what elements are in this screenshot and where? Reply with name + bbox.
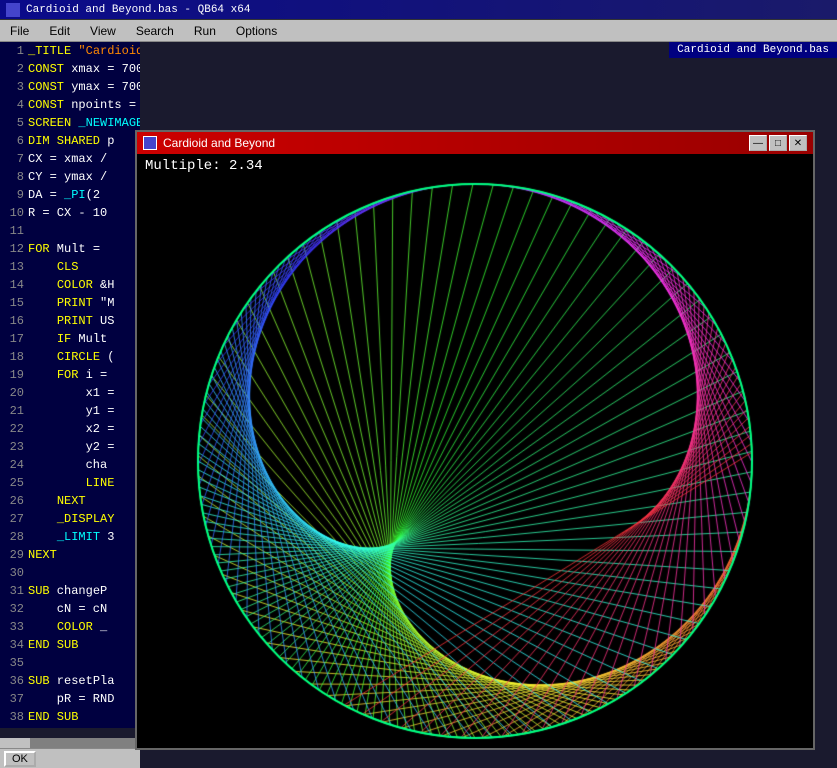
output-window: Cardioid and Beyond — □ ✕ Multiple: 2.34: [135, 130, 815, 750]
menu-edit[interactable]: Edit: [39, 20, 80, 41]
code-line-19: 19 FOR i =: [0, 366, 140, 384]
code-line-7: 7 CX = xmax /: [0, 150, 140, 168]
menu-options[interactable]: Options: [226, 20, 287, 41]
code-line-16: 16 PRINT US: [0, 312, 140, 330]
menu-run[interactable]: Run: [184, 20, 226, 41]
code-line-14: 14 COLOR &H: [0, 276, 140, 294]
code-line-32: 32 cN = cN: [0, 600, 140, 618]
code-line-21: 21 y1 =: [0, 402, 140, 420]
code-line-12: 12 FOR Mult =: [0, 240, 140, 258]
code-line-9: 9 DA = _PI(2: [0, 186, 140, 204]
status-filename: Cardioid and Beyond.bas: [677, 44, 829, 56]
code-line-2: 2 CONST xmax = 700: [0, 60, 140, 78]
code-editor[interactable]: 1 _TITLE "Cardioid and Beyond" 'B+... 2 …: [0, 42, 140, 728]
code-line-11: 11: [0, 222, 140, 240]
code-line-10: 10 R = CX - 10: [0, 204, 140, 222]
multiple-label: Multiple: 2.34: [137, 154, 271, 178]
code-line-6: 6 DIM SHARED p: [0, 132, 140, 150]
code-line-27: 27 _DISPLAY: [0, 510, 140, 528]
code-line-8: 8 CY = ymax /: [0, 168, 140, 186]
code-line-5: 5 SCREEN _NEWIMAGE(xmax, ymax, 32): [0, 114, 140, 132]
cardioid-canvas: [137, 154, 813, 748]
ide-title: Cardioid and Beyond.bas - QB64 x64: [26, 4, 250, 16]
code-line-23: 23 y2 =: [0, 438, 140, 456]
maximize-button[interactable]: □: [769, 135, 787, 151]
minimize-button[interactable]: —: [749, 135, 767, 151]
code-line-25: 25 LINE: [0, 474, 140, 492]
code-line-31: 31 SUB changeP: [0, 582, 140, 600]
code-line-28: 28 _LIMIT 3: [0, 528, 140, 546]
code-line-38: 38 END SUB: [0, 708, 140, 726]
code-line-35: 35: [0, 654, 140, 672]
menu-file[interactable]: File: [0, 20, 39, 41]
editor-scrollbar-thumb[interactable]: [0, 738, 30, 748]
code-line-22: 22 x2 =: [0, 420, 140, 438]
code-line-15: 15 PRINT "M: [0, 294, 140, 312]
status-bar-top: Cardioid and Beyond.bas: [669, 42, 837, 58]
code-line-17: 17 IF Mult: [0, 330, 140, 348]
output-controls: — □ ✕: [749, 135, 807, 151]
ok-button[interactable]: OK: [4, 751, 36, 767]
menu-view[interactable]: View: [80, 20, 126, 41]
code-line-26: 26 NEXT: [0, 492, 140, 510]
code-line-30: 30: [0, 564, 140, 582]
code-line-13: 13 CLS: [0, 258, 140, 276]
output-titlebar-icon: [143, 136, 157, 150]
menubar: File Edit View Search Run Options: [0, 20, 837, 42]
editor-scrollbar[interactable]: [0, 738, 140, 748]
code-line-29: 29 NEXT: [0, 546, 140, 564]
code-line-36: 36 SUB resetPla: [0, 672, 140, 690]
code-line-18: 18 CIRCLE (: [0, 348, 140, 366]
menu-search[interactable]: Search: [126, 20, 184, 41]
close-button[interactable]: ✕: [789, 135, 807, 151]
code-line-3: 3 CONST ymax = 700: [0, 78, 140, 96]
code-line-20: 20 x1 =: [0, 384, 140, 402]
ide-statusbar: OK: [0, 748, 140, 768]
ide-titlebar: Cardioid and Beyond.bas - QB64 x64: [0, 0, 837, 20]
ide-titlebar-icon: [6, 3, 20, 17]
output-titlebar: Cardioid and Beyond — □ ✕: [137, 132, 813, 154]
code-line-4: 4 CONST npoints = 200: [0, 96, 140, 114]
code-line-33: 33 COLOR _: [0, 618, 140, 636]
code-line-34: 34 END SUB: [0, 636, 140, 654]
code-line-24: 24 cha: [0, 456, 140, 474]
output-content: Multiple: 2.34: [137, 154, 813, 748]
code-line-37: 37 pR = RND: [0, 690, 140, 708]
output-title: Cardioid and Beyond: [163, 136, 749, 150]
code-line-1: 1 _TITLE "Cardioid and Beyond" 'B+...: [0, 42, 140, 60]
